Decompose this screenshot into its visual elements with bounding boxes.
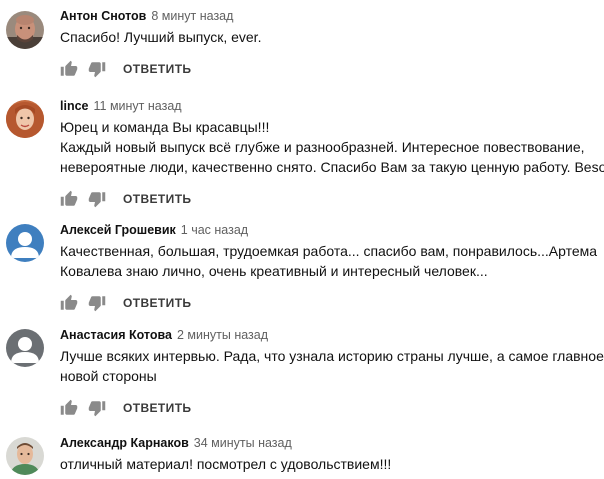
avatar[interactable]: [6, 437, 44, 475]
reply-button[interactable]: ОТВЕТИТЬ: [123, 296, 191, 310]
avatar[interactable]: [6, 11, 44, 49]
comment-time[interactable]: 2 минуты назад: [177, 328, 268, 342]
thumb-down-icon[interactable]: [88, 60, 106, 78]
avatar[interactable]: [6, 224, 44, 262]
comment-text-line: Каждый новый выпуск всё глубже и разнооб…: [60, 139, 585, 155]
comment-time[interactable]: 34 минуты назад: [194, 436, 292, 450]
comment-actions: ОТВЕТИТЬ: [60, 293, 596, 313]
comment-time[interactable]: 1 час назад: [181, 223, 248, 237]
comment-text: Юрец и команда Вы красавцы!!! Каждый нов…: [60, 117, 604, 177]
comment-author[interactable]: Антон Снотов: [60, 9, 146, 23]
comment-text-line: невероятные люди, качественно снято. Спа…: [60, 159, 604, 175]
comment-actions: ОТВЕТИТЬ: [60, 189, 596, 209]
comment-text-line: Качественная, большая, трудоемкая работа…: [60, 243, 598, 259]
comment-actions: ОТВЕТИТЬ: [60, 398, 596, 418]
comment-text-line: отличный материал! посмотрел с удовольст…: [60, 456, 392, 472]
comment-time[interactable]: 11 минут назад: [94, 99, 182, 113]
reply-button[interactable]: ОТВЕТИТЬ: [123, 192, 191, 206]
avatar[interactable]: [6, 329, 44, 367]
comment-text-line: Ковалева знаю лично, очень креативный и …: [60, 263, 488, 279]
comment-text: отличный материал! посмотрел с удовольст…: [60, 454, 596, 474]
reply-button[interactable]: ОТВЕТИТЬ: [123, 401, 191, 415]
comment-text: Спасибо! Лучший выпуск, ever.: [60, 27, 596, 47]
comment-time[interactable]: 8 минут назад: [151, 9, 233, 23]
comment-text-line: Спасибо! Лучший выпуск, ever.: [60, 29, 262, 45]
thumb-down-icon[interactable]: [88, 294, 106, 312]
comment-text-line: Лучше всяких интервью. Рада, что узнала …: [60, 348, 604, 364]
thumb-up-icon[interactable]: [60, 294, 78, 312]
avatar[interactable]: [6, 100, 44, 138]
thumb-down-icon[interactable]: [88, 399, 106, 417]
thumb-up-icon[interactable]: [60, 399, 78, 417]
comment-actions: ОТВЕТИТЬ: [60, 59, 596, 79]
thumb-down-icon[interactable]: [88, 190, 106, 208]
comment-author[interactable]: Алексей Грошевик: [60, 223, 176, 237]
comment-author[interactable]: lince: [60, 99, 89, 113]
thumb-up-icon[interactable]: [60, 190, 78, 208]
comment-text-line: Юрец и команда Вы красавцы!!!: [60, 119, 270, 135]
comment-author[interactable]: Александр Карнаков: [60, 436, 189, 450]
reply-button[interactable]: ОТВЕТИТЬ: [123, 62, 191, 76]
thumb-up-icon[interactable]: [60, 60, 78, 78]
comment-author[interactable]: Анастасия Котова: [60, 328, 172, 342]
comment-text-line: новой стороны: [60, 368, 157, 384]
comment-text: Качественная, большая, трудоемкая работа…: [60, 241, 598, 281]
comment-text: Лучше всяких интервью. Рада, что узнала …: [60, 346, 604, 386]
